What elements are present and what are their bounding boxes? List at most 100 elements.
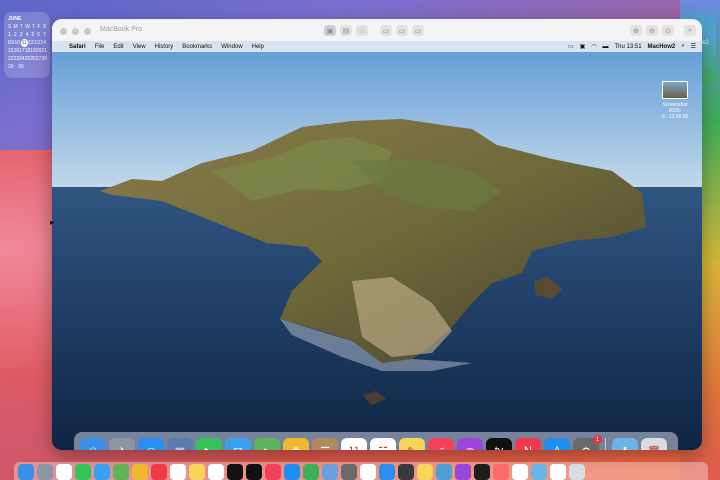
host-dock-app-icon[interactable] (208, 464, 224, 480)
calendar-day: 29 (8, 64, 14, 70)
host-dock-app-icon[interactable] (132, 464, 148, 480)
screen-mirroring-icon[interactable]: ▭ (568, 43, 574, 50)
zoom-out-icon[interactable]: ⊖ (646, 25, 658, 36)
dock-app-finder[interactable]: ☺ (80, 438, 106, 450)
zoom-in-icon[interactable]: ⊕ (630, 25, 642, 36)
scaled-view-icon[interactable]: ▣ (324, 25, 336, 36)
host-dock-app-icon[interactable] (512, 464, 528, 480)
host-dock-app-icon[interactable] (550, 464, 566, 480)
dock-app-tv[interactable]: tv (486, 438, 512, 450)
dock-app-trash[interactable]: 🗑 (641, 438, 667, 450)
calendar-day: 30 (18, 64, 24, 70)
host-dock-app-icon[interactable] (569, 464, 585, 480)
dock-app-safari[interactable]: ◎ (138, 438, 164, 450)
calendar-week-row: 1234567 (8, 31, 46, 39)
menu-user[interactable]: MacHow2 (648, 44, 676, 50)
dock-app-music[interactable]: ♫ (428, 438, 454, 450)
menu-edit[interactable]: Edit (113, 44, 123, 50)
menu-clock[interactable]: Thu 13:51 (615, 44, 642, 50)
calendar-day: 3 (19, 32, 23, 38)
dock-app-reminders[interactable]: ☷ (370, 438, 396, 450)
menu-app-name[interactable]: Safari (69, 44, 86, 50)
spotlight-icon[interactable]: ⌕ (681, 43, 684, 50)
search-icon[interactable]: ⌕ (684, 25, 696, 36)
messages-icon: ✉ (233, 445, 242, 451)
calendar-day: 4 (25, 32, 29, 38)
display-icon[interactable]: ▣ (580, 43, 586, 50)
host-dock-app-icon[interactable] (37, 464, 53, 480)
trash-icon: 🗑 (647, 445, 661, 451)
close-button[interactable] (60, 28, 67, 35)
dock-app-podcasts[interactable]: ◉ (457, 438, 483, 450)
host-dock-app-icon[interactable] (436, 464, 452, 480)
menu-bookmarks[interactable]: Bookmarks (182, 44, 212, 50)
host-dock-app-icon[interactable] (151, 464, 167, 480)
dock-app-downloads[interactable]: ⬇ (612, 438, 638, 450)
host-dock-app-icon[interactable] (303, 464, 319, 480)
zoom-fit-icon[interactable]: ⊙ (662, 25, 674, 36)
fullscreen-icon[interactable]: ▭ (412, 25, 424, 36)
host-dock-app-icon[interactable] (417, 464, 433, 480)
host-dock-app-icon[interactable] (284, 464, 300, 480)
host-dock-app-icon[interactable] (493, 464, 509, 480)
menu-file[interactable]: File (95, 44, 105, 50)
host-dock-app-icon[interactable] (531, 464, 547, 480)
host-dock-app-icon[interactable] (170, 464, 186, 480)
dock-app-app-store[interactable]: A (544, 438, 570, 450)
host-dock-app-icon[interactable] (341, 464, 357, 480)
host-dock-app-icon[interactable] (113, 464, 129, 480)
host-dock-app-icon[interactable] (246, 464, 262, 480)
finder-icon: ☺ (87, 445, 98, 450)
dock-app-facetime[interactable]: ▶ (196, 438, 222, 450)
dock-app-contacts[interactable]: ☰ (312, 438, 338, 450)
minimize-button[interactable] (72, 28, 79, 35)
host-dock-app-icon[interactable] (56, 464, 72, 480)
dock-app-calendar[interactable]: 11 (341, 438, 367, 450)
dock-app-maps[interactable]: ➤ (254, 438, 280, 450)
window-controls (60, 28, 91, 35)
control-center-icon[interactable]: ☰ (691, 43, 696, 50)
dock-app-notes[interactable]: ✎ (399, 438, 425, 450)
remote-screen[interactable]: Safari File Edit View History Bookmarks … (52, 41, 702, 450)
notes-icon: ✎ (407, 445, 416, 451)
calendar-day: T (32, 24, 36, 30)
host-dock-app-icon[interactable] (398, 464, 414, 480)
calendar-widget[interactable]: JUNE S M T W T F S 1 2 3 4 5 6 7 8 9 10 11 12 13 14 15 16 17 18 1… (4, 12, 50, 78)
host-dock-app-icon[interactable] (189, 464, 205, 480)
star-icon[interactable]: ☆ (356, 25, 368, 36)
dock-app-launchpad[interactable]: ✈ (109, 438, 135, 450)
app-store-icon: A (553, 445, 560, 450)
calendar-day: 11 (20, 39, 28, 47)
dual-display-icon[interactable]: ▭ (396, 25, 408, 36)
host-dock-app-icon[interactable] (455, 464, 471, 480)
menu-history[interactable]: History (155, 44, 174, 50)
tv-icon: tv (495, 445, 504, 450)
dock-app-preview[interactable]: ▣ (167, 438, 193, 450)
host-dock-app-icon[interactable] (322, 464, 338, 480)
host-dock-app-icon[interactable] (18, 464, 34, 480)
calendar-week-row: 29 30 (8, 63, 46, 71)
notification-badge: 1 (593, 435, 602, 444)
calendar-day: 1 (8, 32, 11, 38)
dock-app-system-preferences[interactable]: ⚙1 (573, 435, 602, 450)
battery-icon[interactable]: ▬ (603, 44, 609, 50)
host-dock-app-icon[interactable] (94, 464, 110, 480)
display-icon[interactable]: ▭ (380, 25, 392, 36)
wifi-icon[interactable]: ◠ (591, 43, 596, 50)
host-dock-app-icon[interactable] (379, 464, 395, 480)
host-dock-app-icon[interactable] (265, 464, 281, 480)
menu-help[interactable]: Help (252, 44, 264, 50)
clipboard-icon[interactable]: ▤ (340, 25, 352, 36)
dock-app-messages[interactable]: ✉ (225, 438, 251, 450)
menu-view[interactable]: View (133, 44, 146, 50)
zoom-button[interactable] (84, 28, 91, 35)
host-dock-app-icon[interactable] (75, 464, 91, 480)
host-dock-app-icon[interactable] (360, 464, 376, 480)
dock-app-news[interactable]: N (515, 438, 541, 450)
menu-window[interactable]: Window (221, 44, 242, 50)
dock-app-photos[interactable]: ✿ (283, 438, 309, 450)
host-dock-app-icon[interactable] (474, 464, 490, 480)
launchpad-icon: ✈ (117, 445, 126, 451)
host-dock-app-icon[interactable] (227, 464, 243, 480)
desktop-screenshot-file[interactable]: Screenshot 2026-0...13.56.55 (660, 81, 690, 120)
